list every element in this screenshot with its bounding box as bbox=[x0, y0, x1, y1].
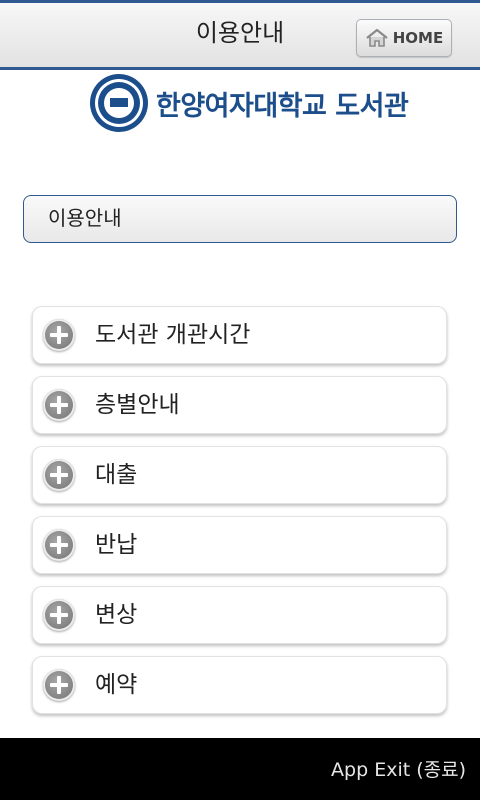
menu-item-label: 변상 bbox=[95, 602, 138, 628]
menu-item-opening-hours[interactable]: 도서관 개관시간 bbox=[32, 306, 447, 364]
menu-item-label: 층별안내 bbox=[95, 392, 180, 418]
plus-icon bbox=[43, 459, 75, 491]
menu-item-reservation[interactable]: 예약 bbox=[32, 656, 447, 714]
category-select[interactable]: 이용안내 bbox=[23, 195, 457, 243]
menu-list: 도서관 개관시간 층별안내 대출 반납 변상 예약 bbox=[32, 306, 447, 726]
plus-icon bbox=[43, 389, 75, 421]
menu-item-return[interactable]: 반납 bbox=[32, 516, 447, 574]
home-button-label: HOME bbox=[392, 29, 444, 47]
home-button[interactable]: HOME bbox=[356, 19, 452, 57]
plus-icon bbox=[43, 319, 75, 351]
library-name: 한양여자대학교 도서관 bbox=[156, 90, 409, 122]
bottom-bar: App Exit (종료) bbox=[0, 738, 480, 800]
header-border bbox=[0, 67, 480, 70]
menu-item-loan[interactable]: 대출 bbox=[32, 446, 447, 504]
plus-icon bbox=[43, 529, 75, 561]
plus-icon bbox=[43, 669, 75, 701]
university-seal-icon bbox=[90, 74, 148, 132]
menu-item-floor-guide[interactable]: 층별안내 bbox=[32, 376, 447, 434]
menu-item-label: 예약 bbox=[95, 672, 138, 698]
menu-item-compensation[interactable]: 변상 bbox=[32, 586, 447, 644]
plus-icon bbox=[43, 599, 75, 631]
menu-item-label: 대출 bbox=[95, 462, 138, 488]
app-exit-button[interactable]: App Exit (종료) bbox=[331, 738, 466, 802]
menu-item-label: 도서관 개관시간 bbox=[95, 322, 251, 348]
home-icon bbox=[365, 28, 389, 48]
library-logo: 한양여자대학교 도서관 bbox=[88, 74, 409, 132]
menu-item-label: 반납 bbox=[95, 532, 138, 558]
